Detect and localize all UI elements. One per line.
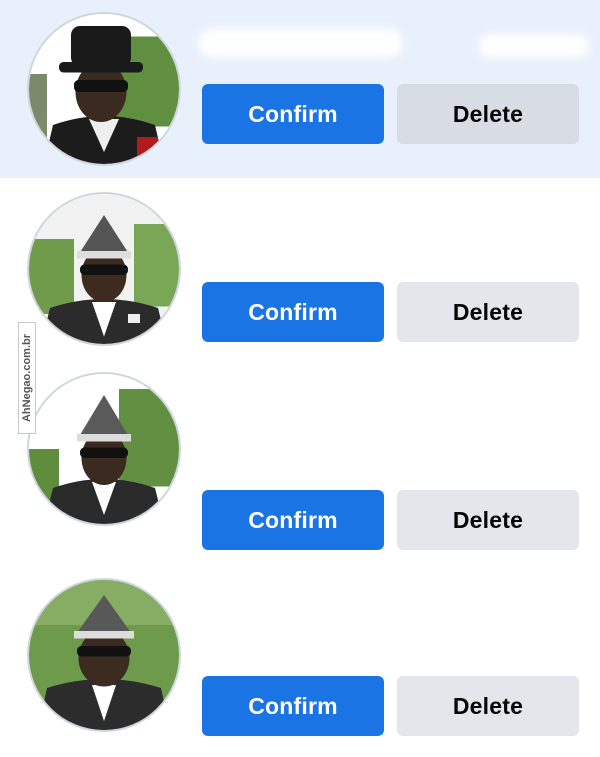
redacted-name <box>198 28 403 58</box>
redacted-name <box>478 34 590 58</box>
delete-button[interactable]: Delete <box>397 490 579 550</box>
friend-request-row: Confirm Delete <box>0 368 600 568</box>
profile-avatar[interactable] <box>27 12 181 166</box>
confirm-button[interactable]: Confirm <box>202 490 384 550</box>
confirm-button[interactable]: Confirm <box>202 676 384 736</box>
watermark-text: AhNegao.com.br <box>21 333 33 422</box>
delete-button[interactable]: Delete <box>397 84 579 144</box>
delete-button[interactable]: Delete <box>397 282 579 342</box>
delete-button[interactable]: Delete <box>397 676 579 736</box>
friend-request-row: Confirm Delete <box>0 178 600 368</box>
friend-request-row: Confirm Delete <box>0 0 600 178</box>
friend-request-row: Confirm Delete <box>0 568 600 757</box>
watermark: AhNegao.com.br <box>18 322 36 434</box>
profile-avatar[interactable] <box>27 372 181 526</box>
confirm-button[interactable]: Confirm <box>202 282 384 342</box>
profile-avatar[interactable] <box>27 578 181 732</box>
confirm-button[interactable]: Confirm <box>202 84 384 144</box>
profile-avatar[interactable] <box>27 192 181 346</box>
